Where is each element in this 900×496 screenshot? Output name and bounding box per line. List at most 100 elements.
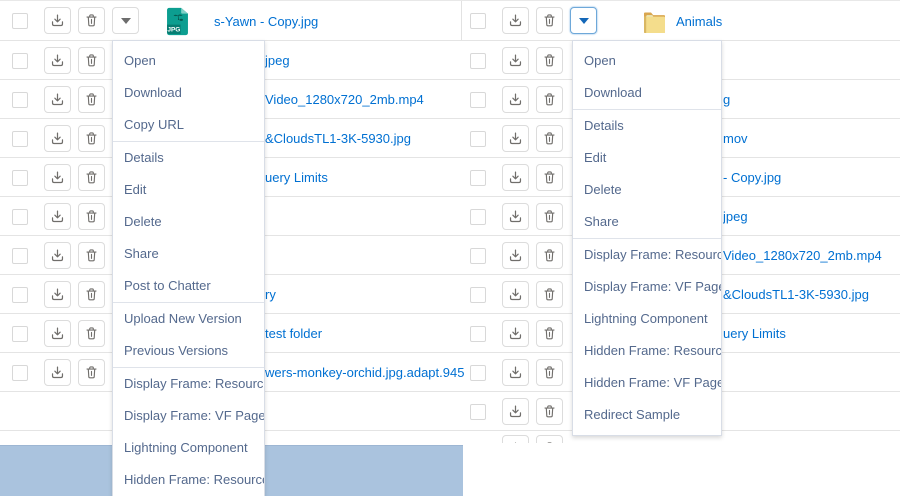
delete-button[interactable] [536,125,563,152]
menu-item[interactable]: Details [573,109,721,142]
menu-item[interactable]: Edit [113,174,264,206]
file-name-link-fragment[interactable]: wers-monkey-orchid.jpg.adapt.945. [265,365,465,380]
delete-button[interactable] [536,164,563,191]
delete-button[interactable] [78,7,105,34]
menu-item[interactable]: Display Frame: VF Page [573,271,721,303]
menu-item[interactable]: Delete [573,174,721,206]
row-checkbox[interactable] [470,326,486,342]
delete-button[interactable] [78,242,105,269]
menu-item[interactable]: Previous Versions [113,335,264,367]
file-name-link-fragment[interactable]: ry [265,287,465,302]
menu-item[interactable]: Open [573,45,721,77]
row-checkbox[interactable] [470,13,486,29]
download-button[interactable] [44,281,71,308]
delete-button[interactable] [536,359,563,386]
row-checkbox[interactable] [470,53,486,69]
delete-button[interactable] [78,86,105,113]
row-checkbox[interactable] [12,53,28,69]
row-checkbox[interactable] [470,287,486,303]
delete-button[interactable] [536,281,563,308]
row-checkbox[interactable] [12,248,28,264]
menu-item[interactable]: Delete [113,206,264,238]
row-checkbox[interactable] [470,170,486,186]
delete-button[interactable] [78,281,105,308]
download-button[interactable] [502,203,529,230]
row-checkbox[interactable] [12,287,28,303]
delete-button[interactable] [536,435,563,443]
file-name-link-fragment[interactable]: jpeg [265,53,465,68]
file-name-link-fragment[interactable]: uery Limits [265,170,465,185]
menu-item[interactable]: Hidden Frame: Resource [573,335,721,367]
row-checkbox[interactable] [470,404,486,420]
file-name-link-fragment[interactable]: g [723,92,897,107]
menu-item[interactable]: Open [113,45,264,77]
row-checkbox[interactable] [470,209,486,225]
menu-item[interactable]: Share [113,238,264,270]
download-button[interactable] [502,398,529,425]
download-button[interactable] [44,203,71,230]
file-name-link-fragment[interactable]: Video_1280x720_2mb.mp4 [723,248,897,263]
row-checkbox[interactable] [12,326,28,342]
download-button[interactable] [44,164,71,191]
menu-item[interactable]: Upload New Version [113,302,264,335]
download-button[interactable] [44,320,71,347]
menu-item[interactable]: Display Frame: VF Page [113,400,264,432]
delete-button[interactable] [536,203,563,230]
row-checkbox[interactable] [12,209,28,225]
file-name-link-fragment[interactable]: &CloudsTL1-3K-5930.jpg [723,287,897,302]
delete-button[interactable] [78,203,105,230]
file-name-link[interactable]: s-Yawn - Copy.jpg [214,14,318,29]
menu-item[interactable]: Lightning Component [113,432,264,464]
menu-item[interactable]: Redirect Sample [573,399,721,431]
download-button[interactable] [502,281,529,308]
download-button[interactable] [44,47,71,74]
download-button[interactable] [502,164,529,191]
file-name-link[interactable]: Animals [676,14,722,29]
download-button[interactable] [44,7,71,34]
row-checkbox[interactable] [12,170,28,186]
row-checkbox[interactable] [470,131,486,147]
delete-button[interactable] [78,320,105,347]
download-button[interactable] [502,125,529,152]
delete-button[interactable] [536,47,563,74]
menu-item[interactable]: Download [113,77,264,109]
row-menu-button[interactable] [570,7,597,34]
menu-item[interactable]: Lightning Component [573,303,721,335]
download-button[interactable] [502,47,529,74]
menu-item[interactable]: Display Frame: Resource [113,367,264,400]
delete-button[interactable] [536,86,563,113]
file-name-link-fragment[interactable]: Video_1280x720_2mb.mp4 [265,92,465,107]
row-checkbox[interactable] [12,92,28,108]
delete-button[interactable] [536,7,563,34]
menu-item[interactable]: Hidden Frame: Resource [113,464,264,496]
delete-button[interactable] [536,320,563,347]
file-name-link-fragment[interactable]: test folder [265,326,465,341]
menu-item[interactable]: Edit [573,142,721,174]
menu-item[interactable]: Hidden Frame: VF Page [573,367,721,399]
download-button[interactable] [502,320,529,347]
download-button[interactable] [44,125,71,152]
menu-item[interactable]: Details [113,141,264,174]
delete-button[interactable] [78,47,105,74]
row-checkbox[interactable] [12,13,28,29]
row-checkbox[interactable] [470,92,486,108]
menu-item[interactable]: Download [573,77,721,109]
row-checkbox[interactable] [12,131,28,147]
row-checkbox[interactable] [12,365,28,381]
download-button[interactable] [502,7,529,34]
row-menu-button[interactable] [112,7,139,34]
delete-button[interactable] [78,125,105,152]
download-button[interactable] [44,86,71,113]
download-button[interactable] [502,359,529,386]
file-name-link-fragment[interactable]: - Copy.jpg [723,170,897,185]
file-name-link-fragment[interactable]: mov [723,131,897,146]
download-button[interactable] [502,242,529,269]
download-button[interactable] [44,359,71,386]
file-name-link-fragment[interactable]: jpeg [723,209,897,224]
delete-button[interactable] [536,398,563,425]
delete-button[interactable] [78,359,105,386]
row-checkbox[interactable] [470,365,486,381]
download-button[interactable] [44,242,71,269]
download-button[interactable] [502,86,529,113]
download-button[interactable] [502,435,529,443]
